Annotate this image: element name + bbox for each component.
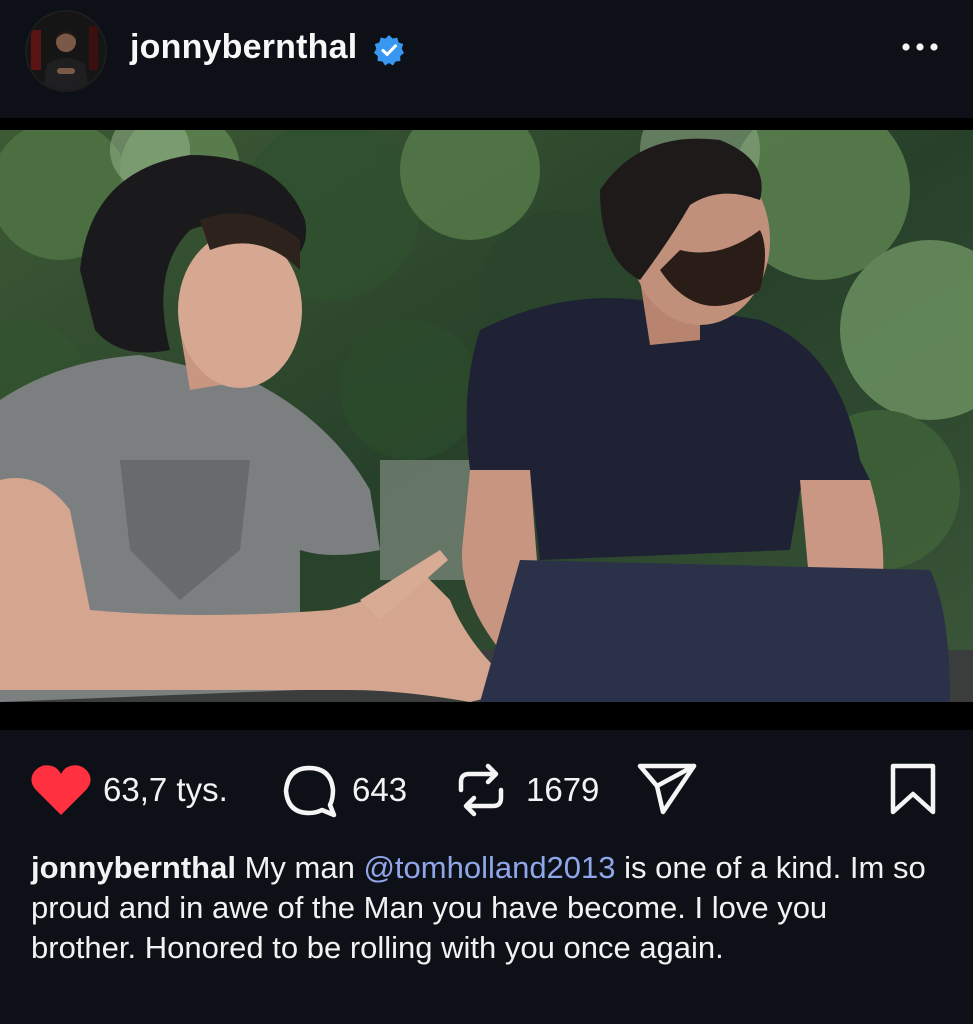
repost-icon[interactable] [455,760,507,820]
caption-mention[interactable]: @tomholland2013 [363,850,615,885]
likes-count[interactable]: 63,7 tys. [103,771,228,809]
photo-letterbox-bottom [0,702,973,730]
avatar[interactable] [27,12,105,90]
heart-icon[interactable] [30,763,92,817]
reposts-count[interactable]: 1679 [526,771,599,809]
verified-badge-icon [374,35,404,66]
caption-username[interactable]: jonnybernthal [31,850,236,885]
post-caption: jonnybernthal My man @tomholland2013 is … [31,848,936,968]
post-username[interactable]: jonnybernthal [130,28,357,67]
comments-count[interactable]: 643 [352,771,407,809]
comment-icon[interactable] [282,763,338,819]
photo-letterbox-top [0,118,973,130]
post-header: jonnybernthal [0,0,973,118]
post-photo[interactable] [0,130,973,702]
bookmark-icon[interactable] [888,762,938,816]
photo-illustration [0,130,973,702]
share-icon[interactable] [636,762,698,816]
more-horizontal-icon[interactable] [900,40,940,54]
caption-text-before: My man [244,850,364,885]
avatar-image [27,12,105,90]
